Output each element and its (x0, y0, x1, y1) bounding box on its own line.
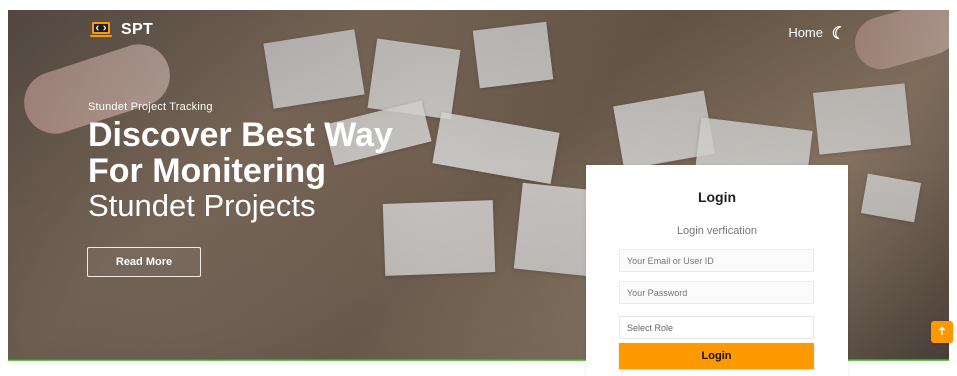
login-subtitle: Login verfication (676, 225, 758, 237)
hero-headline-line-1: Discover Best Way (88, 116, 393, 154)
hero-headline: Discover Best Way For Monitering Stundet… (88, 118, 508, 223)
email-field-wrapper (619, 249, 814, 272)
nav-home[interactable]: Home (788, 25, 823, 40)
hero-headline-line-3: Stundet Projects (88, 188, 316, 223)
laptop-code-icon (89, 21, 113, 39)
moon-icon[interactable] (830, 24, 847, 41)
brand-name: SPT (121, 21, 154, 38)
top-nav: Home (788, 24, 847, 41)
landing-page: SPT Home Stundet Project Tracking Discov… (0, 0, 957, 376)
arrow-up-icon (937, 323, 947, 341)
role-select-wrapper: Select Role (619, 316, 814, 339)
brand-link[interactable]: SPT (89, 21, 153, 39)
hero-headline-line-2: For Monitering (88, 152, 326, 190)
scroll-top-button[interactable] (931, 321, 953, 343)
login-title: Login (697, 189, 737, 205)
role-select[interactable]: Select Role (627, 317, 806, 338)
login-button[interactable]: Login (619, 343, 814, 369)
email-field[interactable] (627, 250, 806, 271)
read-more-button[interactable]: Read More (87, 247, 201, 277)
login-card: Login Login verfication Select Role Logi… (586, 165, 848, 376)
password-field[interactable] (627, 282, 806, 303)
hero-eyebrow: Stundet Project Tracking (88, 101, 213, 113)
password-field-wrapper (619, 281, 814, 304)
